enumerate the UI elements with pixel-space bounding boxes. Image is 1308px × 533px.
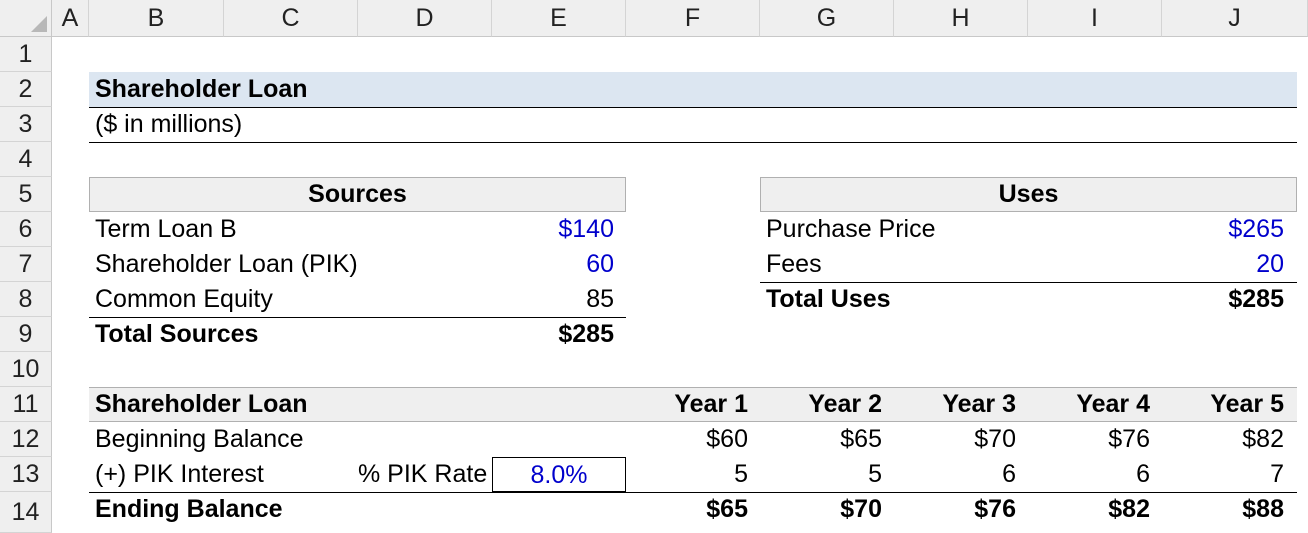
uses-total-value[interactable]: $285 [1162, 282, 1296, 317]
row-header-12[interactable]: 12 [0, 422, 52, 457]
row-header-10[interactable]: 10 [0, 352, 52, 387]
column-header-b[interactable]: B [89, 0, 224, 37]
ending-balance-y3[interactable]: $76 [894, 492, 1028, 527]
sources-value-common-equity[interactable]: 85 [492, 282, 626, 317]
sources-total-label[interactable]: Total Sources [89, 317, 258, 352]
sources-header[interactable]: Sources [89, 177, 626, 212]
ending-balance-y5[interactable]: $88 [1162, 492, 1296, 527]
row-header-4[interactable]: 4 [0, 142, 52, 177]
select-all-triangle-icon [31, 16, 47, 32]
ending-balance-y1[interactable]: $65 [626, 492, 760, 527]
sources-label-common-equity[interactable]: Common Equity [89, 282, 273, 317]
sources-label-term-loan[interactable]: Term Loan B [89, 212, 237, 247]
column-header-e[interactable]: E [492, 0, 626, 37]
uses-value-purchase-price[interactable]: $265 [1162, 212, 1296, 247]
beginning-balance-y2[interactable]: $65 [760, 422, 894, 457]
pik-interest-y3[interactable]: 6 [894, 457, 1028, 492]
title-underline [89, 107, 1297, 108]
pik-interest-y2[interactable]: 5 [760, 457, 894, 492]
row-header-11[interactable]: 11 [0, 387, 52, 422]
column-header-c[interactable]: C [224, 0, 358, 37]
sources-value-term-loan[interactable]: $140 [492, 212, 626, 247]
row-header-2[interactable]: 2 [0, 72, 52, 107]
pik-interest-y5[interactable]: 7 [1162, 457, 1296, 492]
schedule-year-5[interactable]: Year 5 [1162, 387, 1296, 422]
row-header-1[interactable]: 1 [0, 37, 52, 72]
row-header-7[interactable]: 7 [0, 247, 52, 282]
row-header-8[interactable]: 8 [0, 282, 52, 317]
beginning-balance-y5[interactable]: $82 [1162, 422, 1296, 457]
subtitle-underline [89, 142, 1297, 143]
units-label[interactable]: ($ in millions) [89, 107, 242, 142]
column-header-d[interactable]: D [358, 0, 492, 37]
row-header-5[interactable]: 5 [0, 177, 52, 212]
schedule-year-3[interactable]: Year 3 [894, 387, 1028, 422]
ending-balance-y4[interactable]: $82 [1028, 492, 1162, 527]
row-header-3[interactable]: 3 [0, 107, 52, 142]
row-header-13[interactable]: 13 [0, 457, 52, 492]
uses-label-fees[interactable]: Fees [760, 247, 822, 282]
pik-rate-label[interactable]: % PIK Rate [358, 457, 492, 492]
column-header-a[interactable]: A [52, 0, 89, 37]
beginning-balance-y4[interactable]: $76 [1028, 422, 1162, 457]
uses-label-purchase-price[interactable]: Purchase Price [760, 212, 936, 247]
column-header-f[interactable]: F [626, 0, 760, 37]
schedule-year-1[interactable]: Year 1 [626, 387, 760, 422]
row-header-14[interactable]: 14 [0, 492, 52, 533]
select-all-button[interactable] [0, 0, 52, 37]
sources-total-value[interactable]: $285 [492, 317, 626, 352]
beginning-balance-y3[interactable]: $70 [894, 422, 1028, 457]
column-header-j[interactable]: J [1162, 0, 1308, 37]
column-header-h[interactable]: H [894, 0, 1028, 37]
row-header-6[interactable]: 6 [0, 212, 52, 247]
uses-total-label[interactable]: Total Uses [760, 282, 891, 317]
column-header-i[interactable]: I [1028, 0, 1162, 37]
pik-interest-label[interactable]: (+) PIK Interest [89, 457, 264, 492]
sheet-title[interactable]: Shareholder Loan [89, 72, 308, 107]
schedule-year-2[interactable]: Year 2 [760, 387, 894, 422]
ending-balance-y2[interactable]: $70 [760, 492, 894, 527]
schedule-header[interactable]: Shareholder Loan [89, 387, 308, 422]
schedule-year-4[interactable]: Year 4 [1028, 387, 1162, 422]
row-header-9[interactable]: 9 [0, 317, 52, 352]
uses-value-fees[interactable]: 20 [1162, 247, 1296, 282]
ending-balance-label[interactable]: Ending Balance [89, 492, 283, 527]
pik-interest-y4[interactable]: 6 [1028, 457, 1162, 492]
beginning-balance-label[interactable]: Beginning Balance [89, 422, 304, 457]
pik-interest-y1[interactable]: 5 [626, 457, 760, 492]
sources-label-shareholder-loan[interactable]: Shareholder Loan (PIK) [89, 247, 358, 282]
uses-header[interactable]: Uses [760, 177, 1297, 212]
spreadsheet-grid: A B C D E F G H I J 1 2 3 4 5 6 7 8 9 10… [0, 0, 1308, 533]
pik-rate-input[interactable]: 8.0% [492, 457, 626, 492]
column-header-g[interactable]: G [760, 0, 894, 37]
beginning-balance-y1[interactable]: $60 [626, 422, 760, 457]
sources-value-shareholder-loan[interactable]: 60 [492, 247, 626, 282]
